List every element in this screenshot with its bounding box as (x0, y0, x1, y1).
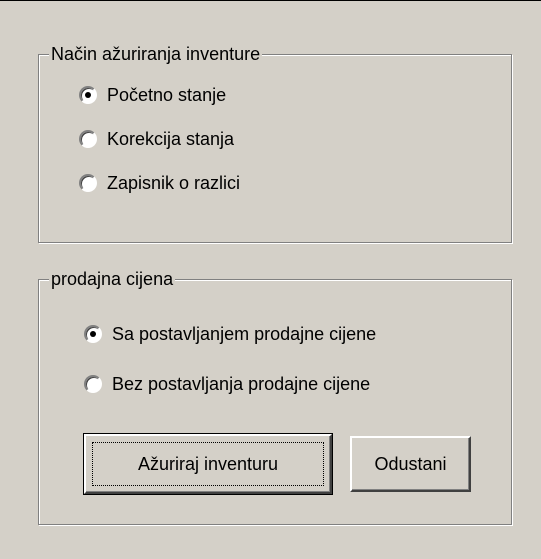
radio-korekcija-stanja[interactable]: Korekcija stanja (79, 128, 234, 150)
radio-pocetno-stanje[interactable]: Početno stanje (79, 84, 226, 106)
sale-price-legend: prodajna cijena (49, 268, 176, 290)
radio-button-icon[interactable] (79, 130, 97, 148)
radio-label: Sa postavljanjem prodajne cijene (112, 324, 377, 344)
radio-dot-icon (90, 331, 96, 337)
radio-button-icon[interactable] (79, 86, 97, 104)
update-method-legend: Način ažuriranja inventure (49, 43, 263, 65)
update-inventory-button[interactable]: Ažuriraj inventuru (83, 433, 333, 495)
cancel-button[interactable]: Odustani (350, 436, 471, 492)
radio-dot-icon (85, 92, 91, 98)
radio-button-icon[interactable] (84, 375, 102, 393)
radio-label: Bez postavljanja prodajne cijene (112, 374, 371, 394)
radio-label: Zapisnik o razlici (107, 173, 241, 193)
radio-label: Početno stanje (107, 85, 227, 105)
cancel-button-label: Odustani (374, 453, 447, 474)
inventory-update-dialog: Način ažuriranja inventure Početno stanj… (0, 0, 541, 559)
radio-button-icon[interactable] (84, 325, 102, 343)
radio-bez-postavljanja[interactable]: Bez postavljanja prodajne cijene (84, 373, 370, 395)
radio-label: Korekcija stanja (107, 129, 235, 149)
radio-sa-postavljanjem[interactable]: Sa postavljanjem prodajne cijene (84, 323, 376, 345)
update-inventory-button-label: Ažuriraj inventuru (137, 453, 279, 474)
radio-zapisnik-o-razlici[interactable]: Zapisnik o razlici (79, 172, 240, 194)
radio-button-icon[interactable] (79, 174, 97, 192)
